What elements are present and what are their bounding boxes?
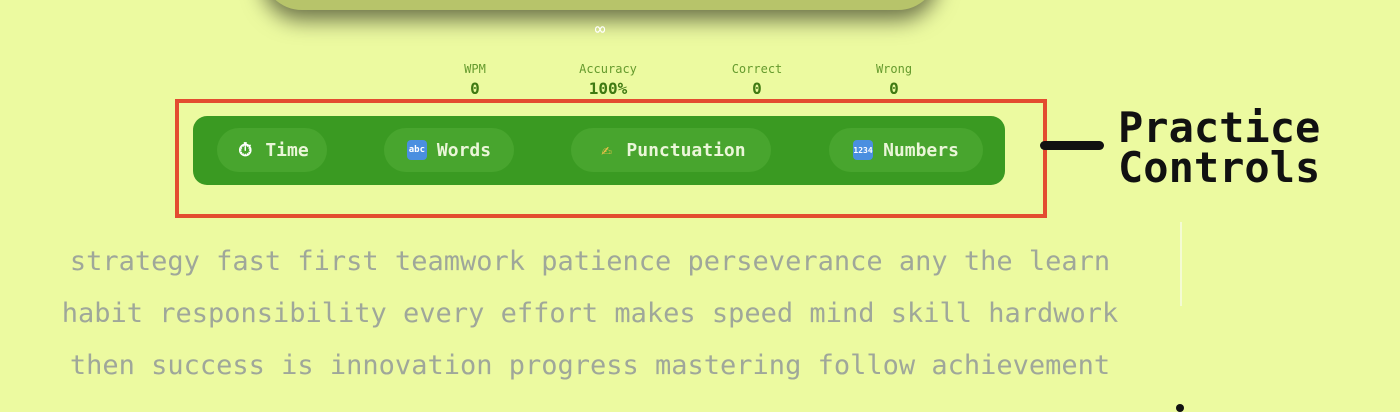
typing-words-line-2: habit responsibility every effort makes … [61,298,1119,329]
stat-correct: Correct 0 [697,62,817,99]
timer-infinity: ∞ [594,19,606,40]
stat-accuracy: Accuracy 100% [548,62,668,99]
stat-value: 0 [889,79,899,98]
stat-value: 0 [470,79,480,98]
annotation-label: Practice Controls [1118,103,1321,192]
stat-wpm: WPM 0 [415,62,535,99]
annotation-line-2: Controls [1118,143,1321,192]
words-button-label: Words [436,139,492,161]
stat-wrong: Wrong 0 [834,62,954,99]
time-button[interactable]: ⏱ Time [217,128,327,172]
text-area-divider [1180,222,1182,306]
stat-value: 0 [752,79,762,98]
numbers-button-label: Numbers [883,139,959,161]
numbers-icon: 1234 [853,140,874,160]
words-button[interactable]: abc Words [384,128,514,172]
annotation-dot [1176,404,1184,412]
annotation-line-1: Practice [1118,103,1321,152]
practice-controls-bar: ⏱ Time abc Words ✍ Punctuation 1234 Numb… [193,116,1005,185]
stat-label: Correct [731,62,783,76]
typing-words-line-1: strategy fast first teamwork patience pe… [69,246,1111,277]
numbers-button[interactable]: 1234 Numbers [829,128,983,172]
stat-label: Wrong [875,62,913,76]
writing-hand-icon: ✍ [600,139,612,161]
typing-area-panel [262,0,938,10]
abc-icon: abc [406,140,427,160]
typing-words-line-3: then success is innovation progress mast… [69,350,1111,381]
stopwatch-icon: ⏱ [238,139,253,161]
punctuation-button[interactable]: ✍ Punctuation [571,128,771,172]
stat-value: 100% [588,79,628,98]
stat-label: Accuracy [579,62,637,76]
punctuation-button-label: Punctuation [626,139,746,161]
annotation-pointer-line [1040,141,1104,150]
time-button-label: Time [265,139,309,161]
stat-label: WPM [464,62,486,76]
